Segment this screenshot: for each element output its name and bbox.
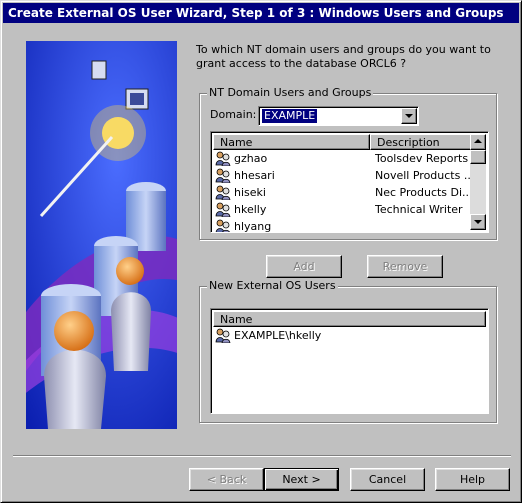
chevron-down-icon [405,114,413,118]
user-icon [215,168,231,183]
nt-domain-users-legend: NT Domain Users and Groups [207,86,374,99]
new-users-list[interactable]: Name EXAMPLE\hkelly [210,308,489,414]
user-icon [215,202,231,217]
wizard-window: Create External OS User Wizard, Step 1 o… [0,0,522,503]
next-button[interactable]: Next > [264,468,339,491]
domain-select-value: EXAMPLE [262,109,318,123]
column-header-description[interactable]: Description [370,134,472,150]
new-external-os-users-group: New External OS Users Name EXAMPLE\hkell… [199,279,497,423]
scroll-up-button[interactable] [470,134,486,150]
arrow-up-icon [474,139,482,143]
nt-users-scrollbar[interactable] [470,134,486,230]
domain-select[interactable]: EXAMPLE [258,106,419,126]
prompt-text: To which NT domain users and groups do y… [196,43,491,70]
scroll-down-button[interactable] [470,214,486,230]
back-button[interactable]: < Back [189,468,264,491]
new-external-os-users-legend: New External OS Users [207,279,338,292]
user-icon [215,151,231,166]
window-title: Create External OS User Wizard, Step 1 o… [3,3,519,23]
domain-dropdown-button[interactable] [401,108,417,124]
domain-label: Domain: [210,108,257,121]
user-name: gzhao [234,152,268,165]
help-button[interactable]: Help [435,468,510,491]
user-icon [215,328,231,343]
user-description: Technical Writer [375,203,463,216]
user-name: hhesari [234,169,275,182]
user-icon [215,219,230,232]
add-button[interactable]: Add [266,255,342,278]
user-description: Nec Products Di... [375,186,470,199]
column-header-name[interactable]: Name [213,311,486,327]
user-icon [215,185,231,200]
user-name: hkelly [234,203,267,216]
cancel-button[interactable]: Cancel [350,468,425,491]
user-name: hiseki [234,186,266,199]
remove-button[interactable]: Remove [367,255,443,278]
nt-domain-users-group: NT Domain Users and Groups Domain: EXAMP… [199,86,497,240]
user-description: Toolsdev Reports [375,152,469,165]
new-user-name: EXAMPLE\hkelly [234,329,322,342]
user-description: Novell Products ... [375,169,470,182]
scroll-thumb[interactable] [470,150,486,164]
arrow-down-icon [474,220,482,224]
column-header-name[interactable]: Name [213,134,370,150]
nt-users-list[interactable]: Name Description gzhao Toolsdev Reports … [210,131,489,233]
footer-separator [13,455,511,457]
wizard-illustration [26,41,177,429]
user-name: hlyang [234,220,272,233]
